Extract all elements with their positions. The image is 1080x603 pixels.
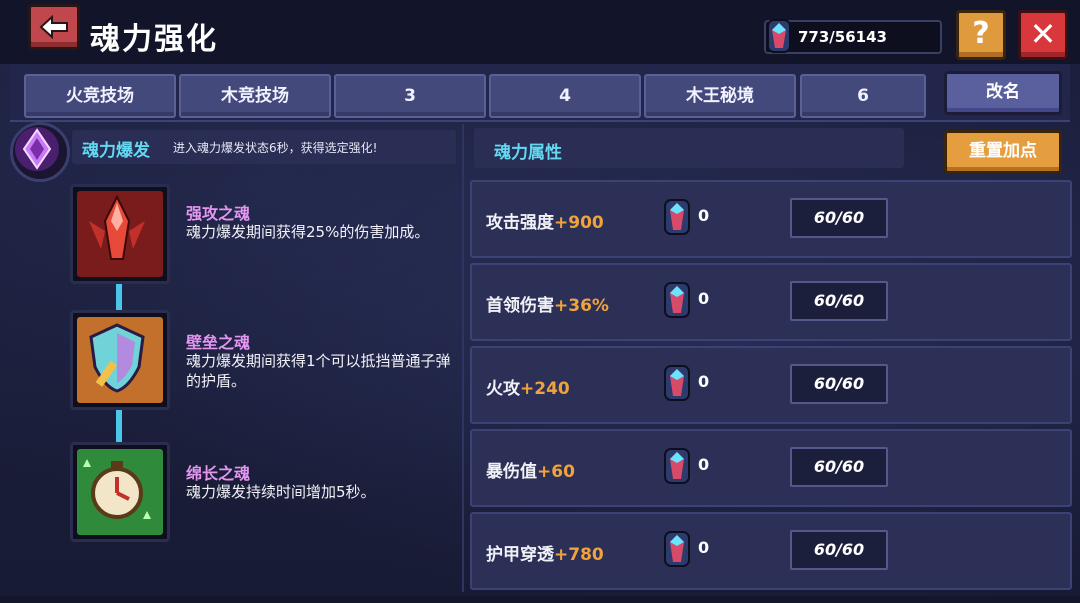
attribute-points: 0: [698, 538, 710, 557]
attribute-bonus: +900: [554, 213, 604, 233]
skill-icon-bulwark[interactable]: [70, 310, 170, 410]
close-button[interactable]: ✕: [1018, 10, 1068, 60]
attribute-level[interactable]: 60/60: [790, 530, 888, 570]
bottom-strip: [0, 596, 1080, 603]
page-title: 魂力强化: [90, 22, 218, 57]
currency-amount: 773/56143: [798, 28, 887, 46]
soul-crystal-icon: [767, 19, 791, 53]
arrow-left-icon: [39, 15, 68, 39]
soul-crystal-icon: [664, 199, 690, 235]
soul-burst-title: 魂力爆发: [82, 141, 150, 161]
tab-slot-3[interactable]: 3: [334, 74, 486, 118]
skill-icon-endurance[interactable]: [70, 442, 170, 542]
soul-crystal-icon: [664, 282, 690, 318]
attribute-label: 攻击强度+900: [486, 213, 604, 233]
back-button[interactable]: [28, 4, 80, 50]
attribute-label: 火攻+240: [486, 379, 570, 399]
attribute-points: 0: [698, 206, 710, 225]
soul-crystal-icon: [664, 448, 690, 484]
tab-slot-6[interactable]: 6: [800, 74, 926, 118]
attribute-row: 暴伤值+60 0 60/60: [470, 429, 1072, 507]
skill-description: 魂力爆发持续时间增加5秒。: [186, 483, 376, 501]
attribute-bonus: +240: [520, 379, 570, 399]
attribute-row: 火攻+240 0 60/60: [470, 346, 1072, 424]
soul-burst-description: 进入魂力爆发状态6秒，获得选定强化!: [173, 141, 378, 155]
soul-burst-icon: [10, 122, 70, 182]
attribute-row: 护甲穿透+780 0 60/60: [470, 512, 1072, 590]
attribute-label: 首领伤害+36%: [486, 296, 609, 316]
attribute-points: 0: [698, 289, 710, 308]
attribute-points: 0: [698, 455, 710, 474]
skill-name: 壁垒之魂: [186, 333, 251, 352]
reset-points-button[interactable]: 重置加点: [944, 130, 1062, 174]
rename-button[interactable]: 改名: [944, 71, 1062, 115]
shield-icon: [89, 323, 145, 393]
soul-crystal-icon: [664, 531, 690, 567]
attribute-label: 护甲穿透+780: [486, 545, 604, 565]
attribute-level[interactable]: 60/60: [790, 198, 888, 238]
red-bullet-icon: [89, 194, 145, 260]
attribute-row: 攻击强度+900 0 60/60: [470, 180, 1072, 258]
tab-fire-arena[interactable]: 火竞技场: [24, 74, 176, 118]
tab-wood-king-realm[interactable]: 木王秘境: [644, 74, 796, 118]
panel-divider: [462, 124, 464, 592]
attribute-label: 暴伤值+60: [486, 462, 575, 482]
skill-description: 魂力爆发期间获得25%的伤害加成。: [186, 223, 430, 241]
attribute-bonus: +60: [537, 462, 575, 482]
attribute-level[interactable]: 60/60: [790, 281, 888, 321]
attribute-bonus: +36%: [554, 296, 609, 316]
attribute-row: 首领伤害+36% 0 60/60: [470, 263, 1072, 341]
skill-icon-strong-attack[interactable]: [70, 184, 170, 284]
skill-name: 绵长之魂: [186, 464, 251, 483]
tab-slot-4[interactable]: 4: [489, 74, 641, 118]
help-button[interactable]: ?: [956, 10, 1006, 60]
attribute-bonus: +780: [554, 545, 604, 565]
attribute-level[interactable]: 60/60: [790, 364, 888, 404]
soul-crystal-icon: [664, 365, 690, 401]
attribute-header: 魂力属性: [494, 143, 562, 163]
skill-description: 魂力爆发期间获得1个可以抵挡普通子弹的护盾。: [186, 352, 451, 390]
skill-name: 强攻之魂: [186, 204, 251, 223]
soul-currency-display: 773/56143: [764, 19, 942, 54]
attribute-points: 0: [698, 372, 710, 391]
attribute-level[interactable]: 60/60: [790, 447, 888, 487]
tab-wood-arena[interactable]: 木竞技场: [179, 74, 331, 118]
clock-icon: [83, 459, 151, 519]
skill-connector: [116, 404, 122, 444]
